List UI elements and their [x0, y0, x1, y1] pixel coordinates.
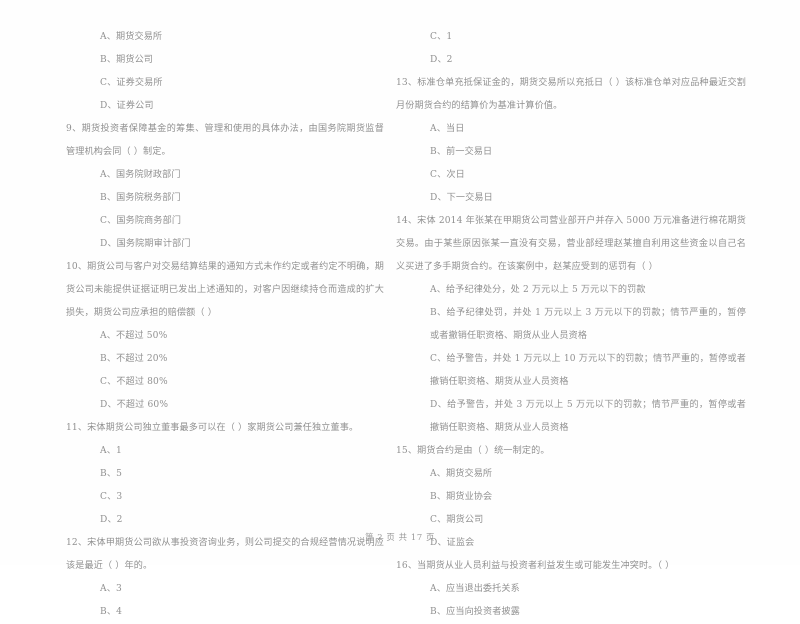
option-item: D、下一交易日: [430, 193, 493, 203]
option-item: D、不超过 60%: [100, 400, 169, 410]
option-item: D、国务院期审计部门: [100, 239, 191, 249]
option-item: B、给予纪律处罚，并处 1 万元以上 3 万元以下的罚款；情节严重的，暂停或者撤…: [430, 308, 746, 341]
two-column-body: A、期货交易所 B、期货公司 C、证券交易所 D、证券公司 9、期货投资者保障基…: [0, 26, 800, 617]
option-item: A、当日: [430, 124, 465, 134]
option-item: C、1: [430, 32, 453, 42]
option-item: C、3: [100, 492, 123, 502]
page-footer: 第 2 页 共 17 页: [365, 532, 435, 542]
question-stem: 13、标准仓单充抵保证金的，期货交易所以充抵日（ ）该标准仓单对应品种最近交割月…: [396, 78, 746, 111]
option-item: B、期货业协会: [430, 492, 493, 502]
option-item: B、不超过 20%: [100, 354, 168, 364]
option-item: B、4: [100, 607, 123, 617]
option-item: C、期货公司: [430, 515, 484, 525]
question-stem: 15、期货合约是由（ ）统一制定的。: [396, 446, 550, 456]
option-item: D、给予警告，并处 3 万元以上 5 万元以下的罚款；情节严重的，暂停或者撤销任…: [430, 400, 746, 433]
option-item: C、次日: [430, 170, 465, 180]
option-item: B、国务院税务部门: [100, 193, 181, 203]
option-item: A、期货交易所: [430, 469, 493, 479]
option-item: B、期货公司: [100, 55, 154, 65]
question-stem: 10、期货公司与客户对交易结算结果的通知方式未作约定或者约定不明确，期货公司未能…: [66, 262, 384, 318]
option-item: C、不超过 80%: [100, 377, 168, 387]
option-item: A、应当退出委托关系: [430, 584, 520, 594]
question-stem: 11、宋体期货公司独立董事最多可以在（ ）家期货公司兼任独立董事。: [66, 423, 359, 433]
option-item: A、国务院财政部门: [100, 170, 181, 180]
scanned-page: A、期货交易所 B、期货公司 C、证券交易所 D、证券公司 9、期货投资者保障基…: [0, 0, 800, 617]
option-item: C、给予警告，并处 1 万元以上 10 万元以下的罚款；情节严重的，暂停或者撤销…: [430, 354, 746, 387]
question-stem: 9、期货投资者保障基金的筹集、管理和使用的具体办法，由国务院期货监督管理机构会同…: [66, 124, 384, 157]
option-item: B、前一交易日: [430, 147, 493, 157]
option-item: A、给予纪律处分，处 2 万元以上 5 万元以下的罚款: [430, 285, 646, 295]
option-item: A、1: [100, 446, 122, 456]
option-item: A、3: [100, 584, 122, 594]
option-item: C、证券交易所: [100, 78, 163, 88]
option-item: A、不超过 50%: [100, 331, 168, 341]
option-item: B、应当向投资者披露: [430, 607, 521, 617]
question-stem: 14、宋体 2014 年张某在甲期货公司营业部开户并存入 5000 万元准备进行…: [396, 216, 746, 272]
option-item: D、2: [430, 55, 453, 65]
option-item: A、期货交易所: [100, 32, 163, 42]
option-item: C、国务院商务部门: [100, 216, 182, 226]
option-item: D、证券公司: [100, 101, 154, 111]
option-item: B、5: [100, 469, 123, 479]
question-stem: 16、当期货从业人员利益与投资者利益发生或可能发生冲突时。（ ）: [396, 561, 675, 571]
option-item: D、2: [100, 515, 123, 525]
